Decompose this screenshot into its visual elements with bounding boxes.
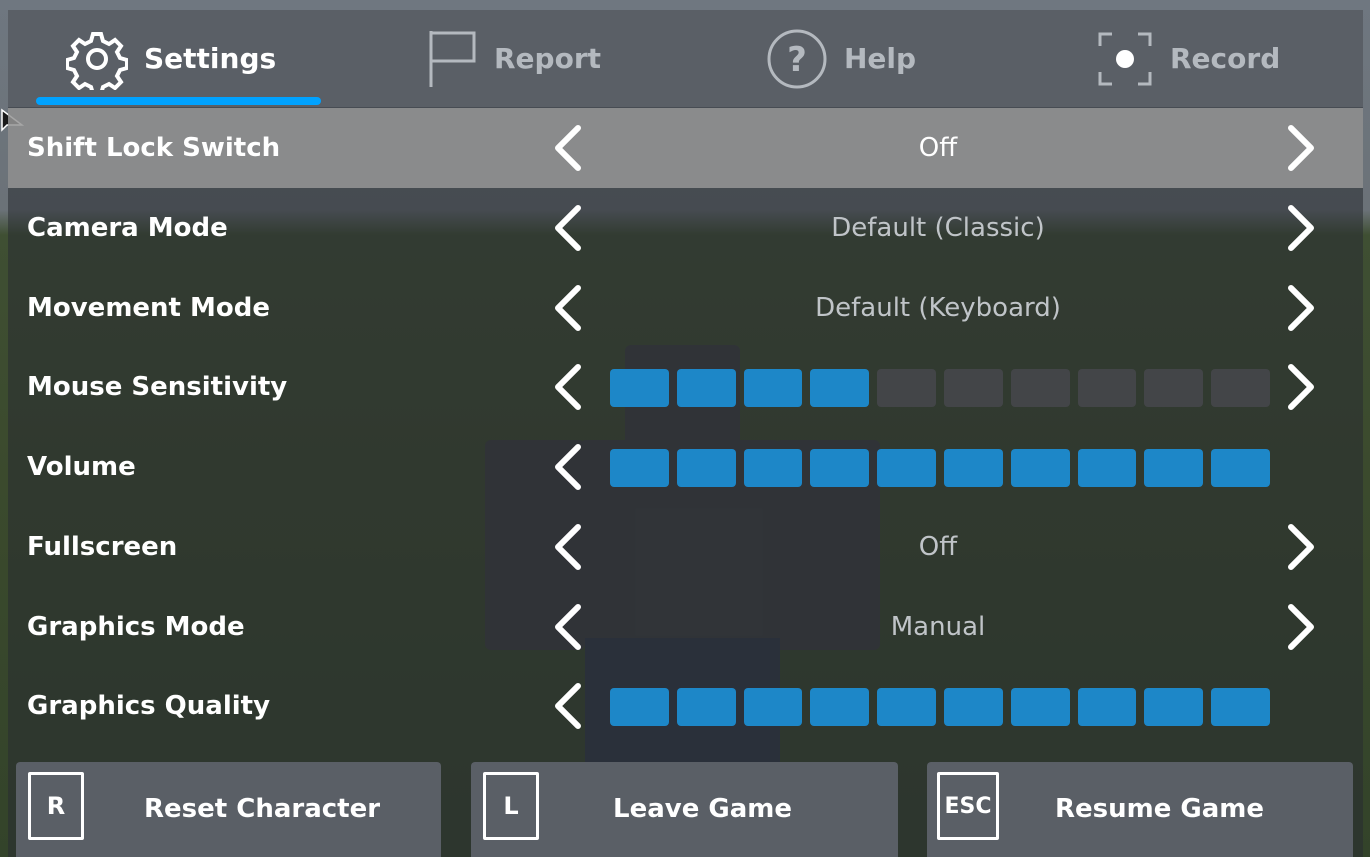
setting-value: Manual [890, 612, 986, 642]
setting-label: Graphics Mode [27, 612, 245, 642]
tab-settings[interactable]: Settings [66, 10, 276, 107]
reset-key-badge: R [28, 772, 84, 840]
tab-report[interactable]: Report [428, 10, 601, 107]
slider-segment[interactable] [743, 449, 803, 487]
slider-segment[interactable] [810, 449, 870, 487]
chevron-left-icon[interactable] [548, 603, 588, 651]
setting-value: Off [918, 133, 958, 163]
slider-segment[interactable] [1077, 449, 1137, 487]
slider-segment[interactable] [1144, 449, 1204, 487]
slider-segment[interactable] [943, 449, 1003, 487]
setting-row-camera-mode[interactable]: Camera Mode Default (Classic) [8, 188, 1363, 268]
slider-segment[interactable] [877, 688, 936, 726]
slider-segment[interactable] [1077, 369, 1137, 407]
active-tab-indicator [36, 97, 321, 105]
slider-segment[interactable] [1211, 688, 1270, 726]
mouse-sensitivity-slider[interactable] [610, 369, 1270, 407]
chevron-left-icon[interactable] [548, 363, 588, 411]
setting-row-graphics-quality[interactable]: Graphics Quality [8, 666, 1363, 746]
setting-label: Shift Lock Switch [27, 133, 281, 163]
slider-segment[interactable] [676, 369, 736, 407]
slider-segment[interactable] [610, 688, 669, 726]
slider-segment[interactable] [610, 369, 669, 407]
setting-row-graphics-mode[interactable]: Graphics Mode Manual [8, 587, 1363, 667]
chevron-right-icon[interactable] [1281, 204, 1321, 252]
chevron-left-icon[interactable] [548, 523, 588, 571]
slider-segment[interactable] [1211, 369, 1270, 407]
slider-segment[interactable] [943, 688, 1003, 726]
chevron-right-icon[interactable] [1281, 284, 1321, 332]
setting-row-movement-mode[interactable]: Movement Mode Default (Keyboard) [8, 268, 1363, 348]
leave-game-button[interactable]: L Leave Game [471, 762, 898, 857]
slider-segment[interactable] [1010, 449, 1070, 487]
setting-value: Off [918, 532, 958, 562]
slider-segment[interactable] [676, 449, 736, 487]
slider-segment[interactable] [743, 688, 803, 726]
slider-segment[interactable] [743, 369, 803, 407]
graphics-quality-slider[interactable] [610, 688, 1270, 726]
help-icon: ? [766, 28, 828, 90]
resume-game-button[interactable]: ESC Resume Game [927, 762, 1353, 857]
leave-game-label: Leave Game [613, 794, 792, 824]
svg-text:?: ? [787, 40, 807, 80]
slider-segment[interactable] [1010, 369, 1070, 407]
leave-key-badge: L [483, 772, 539, 840]
setting-row-fullscreen[interactable]: Fullscreen Off [8, 507, 1363, 587]
slider-segment[interactable] [877, 369, 936, 407]
setting-label: Graphics Quality [27, 691, 271, 721]
tab-record-label: Record [1170, 42, 1281, 75]
tab-help[interactable]: ? Help [766, 10, 916, 107]
setting-label: Fullscreen [27, 532, 178, 562]
slider-segment[interactable] [1144, 688, 1204, 726]
gear-icon [66, 28, 128, 90]
setting-row-shift-lock[interactable]: Shift Lock Switch Off [8, 108, 1363, 188]
slider-segment[interactable] [1077, 688, 1137, 726]
setting-row-volume[interactable]: Volume [8, 427, 1363, 507]
slider-segment[interactable] [943, 369, 1003, 407]
tab-help-label: Help [844, 42, 917, 75]
chevron-left-icon[interactable] [548, 124, 588, 172]
slider-segment[interactable] [810, 369, 870, 407]
slider-segment[interactable] [1211, 449, 1270, 487]
slider-segment[interactable] [810, 688, 870, 726]
chevron-left-icon[interactable] [548, 204, 588, 252]
setting-label: Camera Mode [27, 213, 228, 243]
slider-segment[interactable] [676, 688, 736, 726]
resume-key-badge: ESC [937, 772, 999, 840]
slider-segment[interactable] [610, 449, 669, 487]
tab-settings-label: Settings [144, 42, 277, 75]
chevron-right-icon[interactable] [1281, 124, 1321, 172]
tab-report-label: Report [494, 42, 602, 75]
chevron-left-icon[interactable] [548, 284, 588, 332]
chevron-right-icon[interactable] [1281, 523, 1321, 571]
flag-icon [428, 29, 478, 89]
record-icon [1096, 30, 1154, 88]
slider-segment[interactable] [877, 449, 936, 487]
chevron-right-icon[interactable] [1281, 603, 1321, 651]
setting-label: Movement Mode [27, 293, 271, 323]
chevron-right-icon[interactable] [1281, 363, 1321, 411]
chevron-left-icon[interactable] [548, 682, 588, 730]
setting-value: Default (Keyboard) [815, 293, 1061, 323]
slider-segment[interactable] [1144, 369, 1204, 407]
tab-record[interactable]: Record [1096, 10, 1280, 107]
slider-segment[interactable] [1010, 688, 1070, 726]
resume-game-label: Resume Game [1055, 794, 1265, 824]
chevron-left-icon[interactable] [548, 443, 588, 491]
volume-slider[interactable] [610, 449, 1270, 487]
reset-character-label: Reset Character [144, 794, 381, 824]
setting-value: Default (Classic) [831, 213, 1045, 243]
setting-row-mouse-sensitivity[interactable]: Mouse Sensitivity [8, 347, 1363, 427]
setting-label: Mouse Sensitivity [27, 372, 288, 402]
setting-label: Volume [27, 452, 136, 482]
reset-character-button[interactable]: R Reset Character [16, 762, 441, 857]
